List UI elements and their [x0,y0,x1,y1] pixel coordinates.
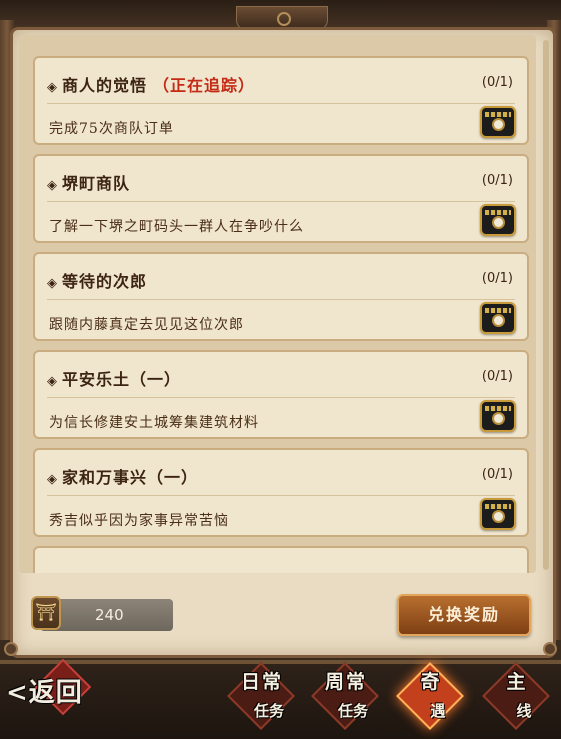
tab-sublabel: 遇 [430,702,446,720]
quest-card[interactable]: ◈ 等待的次郎 (0/1) 跟随内藤真定去见见这位次郎 [33,252,529,341]
quest-progress: (0/1) [481,467,513,482]
tab-weekly-quests[interactable]: 周常 任务 [307,662,385,734]
quest-description: 了解一下堺之町码头一群人在争吵什么 [49,219,304,235]
divider [47,103,515,104]
divider [47,201,515,202]
divider [47,495,515,496]
tab-sublabel: 任务 [253,702,284,720]
quest-description: 完成75次商队订单 [49,121,174,137]
treasure-chest-icon[interactable] [480,204,516,236]
tab-label: 日常 [240,671,283,693]
divider [47,299,515,300]
quest-title: ◈ 堺町商队 [47,170,130,194]
quest-description: 为信长修建安土城筹集建筑材料 [49,415,259,431]
quest-title: ◈ 平安乐土（一） [47,366,181,390]
divider [47,397,515,398]
quest-title-text: 等待的次郎 [62,272,148,291]
diamond-bullet-icon: ◈ [47,80,58,95]
quest-title-text: 平安乐土（一） [62,370,182,389]
quest-progress: (0/1) [481,173,513,188]
treasure-chest-icon[interactable] [480,302,516,334]
quest-card[interactable]: ◈ 平安乐土（一） (0/1) 为信长修建安土城筹集建筑材料 [33,350,529,439]
tab-daily-quests[interactable]: 日常 任务 [223,662,301,734]
diamond-bullet-icon: ◈ [47,276,58,291]
tab-sublabel: 线 [516,702,532,720]
treasure-chest-icon[interactable] [480,400,516,432]
quest-card[interactable]: ◈ 商人的觉悟 （正在追踪） (0/1) 完成75次商队订单 [33,56,529,145]
diamond-bullet-icon: ◈ [47,472,58,487]
quest-card-partial[interactable] [33,546,529,573]
quest-title: ◈ 商人的觉悟 （正在追踪） [47,72,255,96]
quest-progress: (0/1) [481,75,513,90]
corner-ornament-icon [4,642,18,656]
tab-sublabel: 任务 [337,702,368,720]
tab-encounters[interactable]: 奇 遇 [392,662,470,734]
quest-description: 秀吉似乎因为家事异常苦恼 [49,513,229,529]
quest-progress: (0/1) [481,369,513,384]
quest-card[interactable]: ◈ 堺町商队 (0/1) 了解一下堺之町码头一群人在争吵什么 [33,154,529,243]
quest-description: 跟随内藤真定去见见这位次郎 [49,317,244,333]
tab-main-quests[interactable]: 主 线 [478,662,556,734]
tab-label: 主 [506,671,528,693]
exchange-reward-button[interactable]: 兑换奖励 [397,594,531,636]
tab-label: 周常 [324,671,367,693]
back-button[interactable]: <返回 [0,658,100,720]
quest-progress: (0/1) [481,271,513,286]
back-label: <返回 [6,678,83,708]
quest-title: ◈ 家和万事兴（一） [47,464,198,488]
quest-list[interactable]: ◈ 商人的觉悟 （正在追踪） (0/1) 完成75次商队订单 ◈ 堺町商队 (0/1)… [19,35,536,573]
diamond-bullet-icon: ◈ [47,374,58,389]
quest-card[interactable]: ◈ 家和万事兴（一） (0/1) 秀吉似乎因为家事异常苦恼 [33,448,529,537]
corner-ornament-icon [543,642,557,656]
quest-title-text: 堺町商队 [62,174,131,193]
quest-title: ◈ 等待的次郎 [47,268,147,292]
torii-gate-icon: ⛩ [31,596,61,630]
tracking-status: （正在追踪） [153,76,256,95]
scrollbar[interactable] [543,40,549,570]
treasure-chest-icon[interactable] [480,498,516,530]
treasure-chest-icon[interactable] [480,106,516,138]
tab-label: 奇 [420,671,442,693]
quest-title-text: 家和万事兴（一） [62,468,199,487]
currency-amount: 240 [95,606,124,624]
diamond-bullet-icon: ◈ [47,178,58,193]
quest-title-text: 商人的觉悟 [62,76,148,95]
